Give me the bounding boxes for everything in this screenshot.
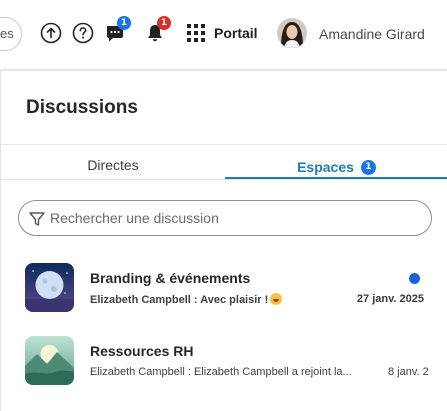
item-title: Branding & événements: [90, 270, 251, 286]
list-item[interactable]: Branding & événements Elizabeth Campbell…: [1, 253, 447, 323]
item-date: 8 janv. 2: [388, 366, 429, 378]
search-box[interactable]: [18, 200, 432, 236]
tab-directes[interactable]: Directes: [1, 157, 225, 177]
grid-icon: [187, 24, 205, 42]
discussions-panel: Discussions Directes Espaces 1 Recherche…: [0, 71, 447, 411]
bell-badge: 1: [157, 16, 171, 30]
partial-button[interactable]: es: [0, 17, 22, 51]
chat-badge: 1: [117, 16, 131, 30]
panel-title: Discussions: [26, 97, 138, 118]
bell-icon[interactable]: 1: [144, 16, 171, 44]
item-last-message: Elizabeth Campbell : Avec plaisir !: [90, 293, 283, 306]
tab-espaces-badge: 1: [360, 159, 376, 175]
list-item[interactable]: Ressources RH Elizabeth Campbell : Eliza…: [1, 326, 447, 396]
tab-espaces-label: Espaces: [297, 159, 354, 175]
chat-bubble-icon[interactable]: 1: [104, 16, 131, 44]
search-input[interactable]: [50, 208, 420, 228]
top-bar: es 1 1 Portail Amandine Girard: [0, 0, 447, 68]
space-thumbnail-landscape: [25, 336, 74, 385]
avatar[interactable]: [277, 18, 307, 48]
partial-button-label: es: [0, 26, 14, 41]
unread-indicator: [409, 273, 420, 284]
upload-circle-icon[interactable]: [40, 22, 62, 44]
portal-label: Portail: [214, 25, 258, 41]
tabs-divider: [1, 179, 447, 180]
filter-icon: [29, 212, 45, 226]
grinning-face-emoji-icon: [270, 293, 283, 305]
space-thumbnail-moon: [25, 263, 74, 312]
item-last-message: Elizabeth Campbell : Elizabeth Campbell …: [90, 366, 352, 378]
help-circle-icon[interactable]: [72, 22, 94, 44]
active-tab-indicator: [225, 177, 447, 179]
portal-button[interactable]: Portail: [186, 22, 258, 44]
tab-directes-label: Directes: [87, 157, 139, 173]
title-divider: [1, 144, 447, 145]
item-title: Ressources RH: [90, 343, 194, 359]
tab-espaces[interactable]: Espaces 1: [225, 157, 447, 177]
item-date: 27 janv. 2025: [356, 293, 424, 305]
user-name[interactable]: Amandine Girard: [319, 26, 425, 42]
